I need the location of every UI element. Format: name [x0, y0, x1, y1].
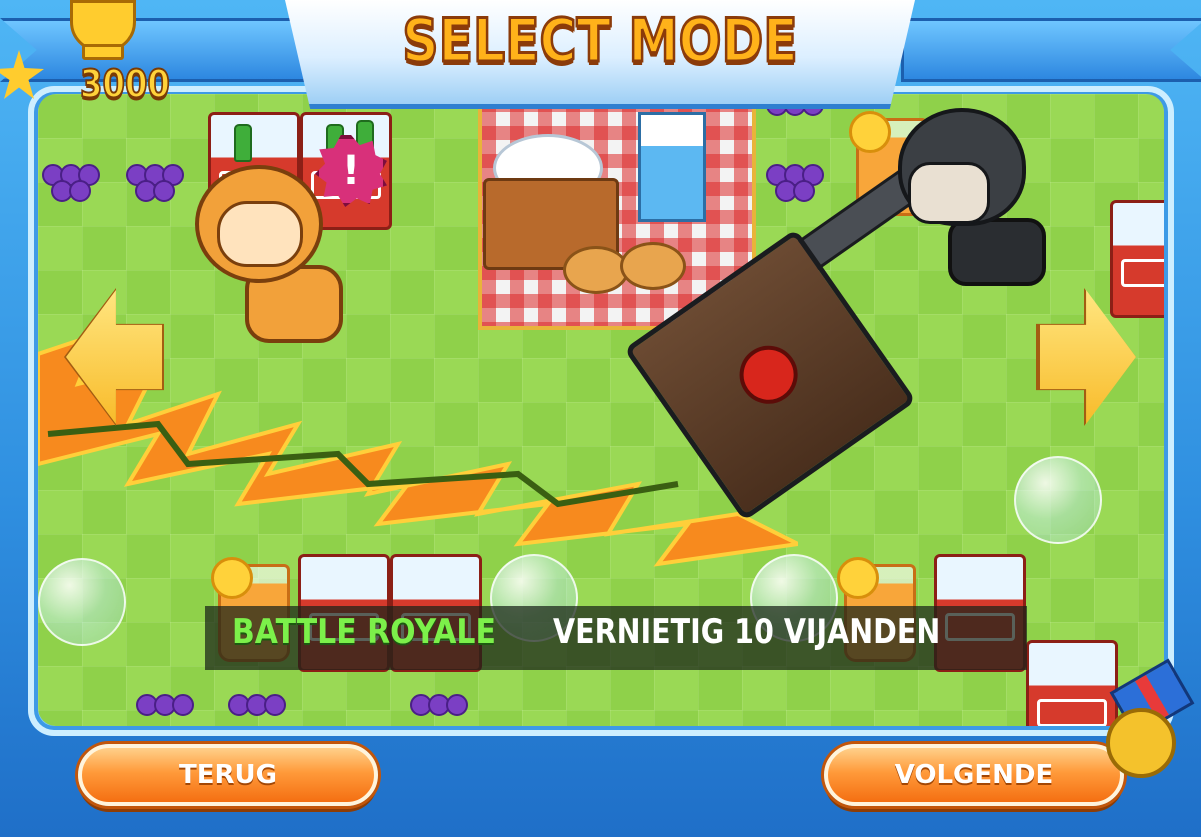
trophy-score: 3000 — [79, 61, 171, 107]
knight-character — [868, 98, 1068, 298]
grapes-prop — [126, 164, 184, 210]
grapes-prop — [136, 694, 194, 726]
mode-name: BATTLE ROYALE — [232, 612, 496, 652]
bread-prop — [563, 246, 629, 294]
page-title: SELECT MODE — [401, 5, 799, 78]
grapes-prop — [410, 694, 468, 726]
orange-hero-character: ! — [175, 135, 387, 350]
grapes-prop — [766, 164, 824, 210]
back-button[interactable]: TERUG — [78, 744, 378, 806]
trophy-base — [82, 44, 124, 60]
hero-face — [217, 201, 303, 267]
milk-carton-prop — [638, 112, 706, 222]
knight-face — [908, 162, 990, 224]
next-button[interactable]: VOLGENDE — [824, 744, 1124, 806]
cooler-prop — [1110, 200, 1164, 318]
medal-icon — [1100, 658, 1196, 778]
mode-description: VERNIETIG 10 VIJANDEN — [553, 612, 941, 652]
bread-prop — [620, 242, 686, 290]
grapes-prop — [228, 694, 286, 726]
knight-body — [948, 218, 1046, 286]
medal-disc — [1106, 708, 1176, 778]
ribbon-right-tail — [901, 18, 1201, 82]
hammer-powerup-bubble — [1014, 456, 1102, 544]
skateboard-powerup-bubble — [38, 558, 126, 646]
grapes-prop — [42, 164, 100, 210]
